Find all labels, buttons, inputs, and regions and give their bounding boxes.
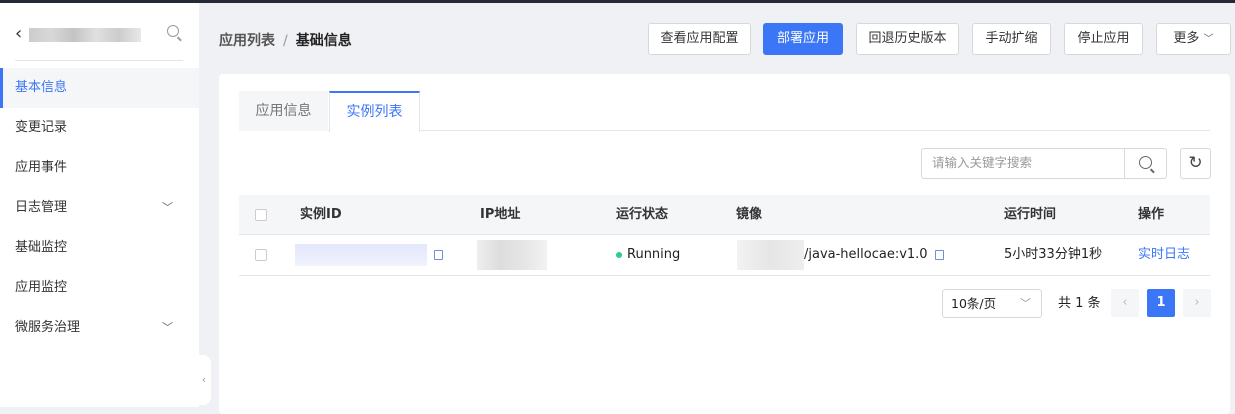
search-icon[interactable] xyxy=(167,25,179,37)
page-size-value: 10条/页 xyxy=(951,296,997,311)
page-1-button[interactable]: 1 xyxy=(1147,289,1175,317)
image-name: /java-hellocae:v1.0 xyxy=(804,247,928,262)
breadcrumb: 应用列表 / 基础信息 xyxy=(219,30,352,50)
col-instance-id: 实例ID xyxy=(300,207,342,222)
realtime-log-link[interactable]: 实时日志 xyxy=(1138,235,1190,275)
sidebar-item-app-monitor[interactable]: 应用监控 xyxy=(0,268,199,308)
sidebar-item-events[interactable]: 应用事件 xyxy=(0,148,199,188)
sidebar-header: ‹ xyxy=(15,21,183,61)
col-actions: 操作 xyxy=(1138,207,1165,222)
sidebar-item-change-log[interactable]: 变更记录 xyxy=(0,108,199,148)
sidebar-item-label: 微服务治理 xyxy=(15,320,81,335)
more-button[interactable]: 更多 ﹀ xyxy=(1156,23,1231,55)
copy-icon[interactable] xyxy=(934,249,944,260)
chevron-left-icon: ‹ xyxy=(201,373,207,386)
status-dot-icon xyxy=(616,251,622,258)
sidebar-item-basic-monitor[interactable]: 基础监控 xyxy=(0,228,199,268)
view-config-button[interactable]: 查看应用配置 xyxy=(648,23,751,55)
status-cell: Running xyxy=(616,235,680,275)
collapse-sidebar-handle[interactable]: ‹ xyxy=(197,355,211,405)
table-row: Running /java-hellocae:v1.0 5小时33分钟1秒 实时… xyxy=(239,235,1210,276)
refresh-icon: ↻ xyxy=(1188,153,1203,173)
tab-bar: 应用信息 实例列表 xyxy=(239,91,1210,132)
ip-cell xyxy=(477,235,547,275)
next-page-button[interactable]: › xyxy=(1183,289,1211,317)
search-input[interactable] xyxy=(932,155,1122,170)
status-text: Running xyxy=(627,247,681,262)
rollback-button[interactable]: 回退历史版本 xyxy=(856,23,959,55)
app-name-redacted xyxy=(29,28,141,42)
back-arrow-icon[interactable]: ‹ xyxy=(15,23,22,44)
ip-redacted xyxy=(477,239,547,270)
instance-id-redacted xyxy=(295,243,427,266)
breadcrumb-separator: / xyxy=(283,33,288,49)
scale-button[interactable]: 手动扩缩 xyxy=(972,23,1051,55)
instance-table: 实例ID IP地址 运行状态 镜像 运行时间 操作 Running /java-… xyxy=(239,195,1210,276)
select-all-checkbox[interactable] xyxy=(255,209,267,221)
sidebar-item-label: 基础监控 xyxy=(15,240,68,255)
row-checkbox[interactable] xyxy=(255,249,267,261)
page-size-select[interactable]: 10条/页 ﹀ xyxy=(942,289,1042,318)
sidebar-item-microservice[interactable]: 微服务治理 ﹀ xyxy=(0,308,199,348)
sidebar-item-label: 应用事件 xyxy=(15,160,68,175)
chevron-down-icon: ﹀ xyxy=(1203,34,1214,45)
sidebar: ‹ 基本信息 变更记录 应用事件 日志管理 ﹀ 基础监控 应用监控 微服务治理 ﹀ xyxy=(0,3,199,407)
instance-id-cell xyxy=(295,235,443,275)
breadcrumb-parent[interactable]: 应用列表 xyxy=(219,33,275,49)
sidebar-item-label: 变更记录 xyxy=(15,120,68,135)
search-box xyxy=(921,148,1167,179)
image-cell: /java-hellocae:v1.0 xyxy=(737,235,944,275)
refresh-button[interactable]: ↻ xyxy=(1180,148,1211,179)
prev-page-button[interactable]: ‹ xyxy=(1111,289,1139,317)
tab-app-info[interactable]: 应用信息 xyxy=(239,91,328,131)
sidebar-item-label: 基本信息 xyxy=(15,80,68,95)
content-card: 应用信息 实例列表 ↻ 实例ID IP地址 运行状态 镜像 运行时间 操作 Ru… xyxy=(219,74,1230,414)
chevron-down-icon: ﹀ xyxy=(1020,297,1031,310)
col-ip: IP地址 xyxy=(480,207,521,222)
col-status: 运行状态 xyxy=(616,207,669,222)
total-count: 共 1 条 xyxy=(1058,296,1101,311)
sidebar-menu: 基本信息 变更记录 应用事件 日志管理 ﹀ 基础监控 应用监控 微服务治理 ﹀ xyxy=(0,68,199,348)
breadcrumb-current: 基础信息 xyxy=(295,33,352,49)
col-image: 镜像 xyxy=(736,207,763,222)
uptime-cell: 5小时33分钟1秒 xyxy=(1004,247,1103,262)
col-uptime: 运行时间 xyxy=(1004,207,1057,222)
sidebar-item-label: 日志管理 xyxy=(15,200,68,215)
search-button[interactable] xyxy=(1124,149,1166,178)
more-label: 更多 xyxy=(1173,31,1200,46)
chevron-down-icon: ﹀ xyxy=(162,321,173,334)
sidebar-item-logs[interactable]: 日志管理 ﹀ xyxy=(0,188,199,228)
tab-instance-list[interactable]: 实例列表 xyxy=(329,91,420,132)
image-prefix-redacted xyxy=(737,239,804,270)
stop-button[interactable]: 停止应用 xyxy=(1064,23,1143,55)
sidebar-item-basic-info[interactable]: 基本信息 xyxy=(0,68,199,108)
table-header: 实例ID IP地址 运行状态 镜像 运行时间 操作 xyxy=(239,195,1210,235)
deploy-button[interactable]: 部署应用 xyxy=(763,23,843,55)
chevron-down-icon: ﹀ xyxy=(162,201,173,214)
sidebar-item-label: 应用监控 xyxy=(15,280,68,295)
copy-icon[interactable] xyxy=(434,249,443,260)
search-icon xyxy=(1139,156,1152,169)
